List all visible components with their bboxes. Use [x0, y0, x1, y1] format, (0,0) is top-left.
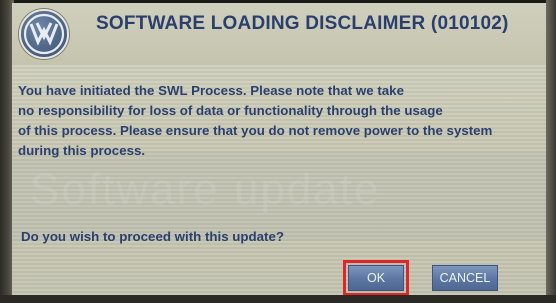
disclaimer-message: You have initiated the SWL Process. Plea…: [18, 81, 538, 161]
message-line: no responsibility for loss of data or fu…: [18, 103, 443, 118]
cancel-button[interactable]: CANCEL: [432, 265, 498, 291]
disclaimer-dialog: SOFTWARE LOADING DISCLAIMER (010102) Sof…: [12, 3, 546, 295]
message-line: You have initiated the SWL Process. Plea…: [18, 83, 404, 98]
software-update-watermark: Software update: [30, 165, 381, 214]
dialog-title: SOFTWARE LOADING DISCLAIMER (010102): [96, 13, 509, 34]
proceed-question: Do you wish to proceed with this update?: [21, 229, 284, 244]
ok-button[interactable]: OK: [348, 265, 404, 291]
message-line: during this process.: [18, 143, 146, 158]
screen-bezel-right: [546, 0, 556, 303]
screen-bezel-bottom: [0, 295, 556, 303]
message-line: of this process. Please ensure that you …: [18, 123, 493, 138]
vw-logo-icon: [19, 9, 69, 59]
